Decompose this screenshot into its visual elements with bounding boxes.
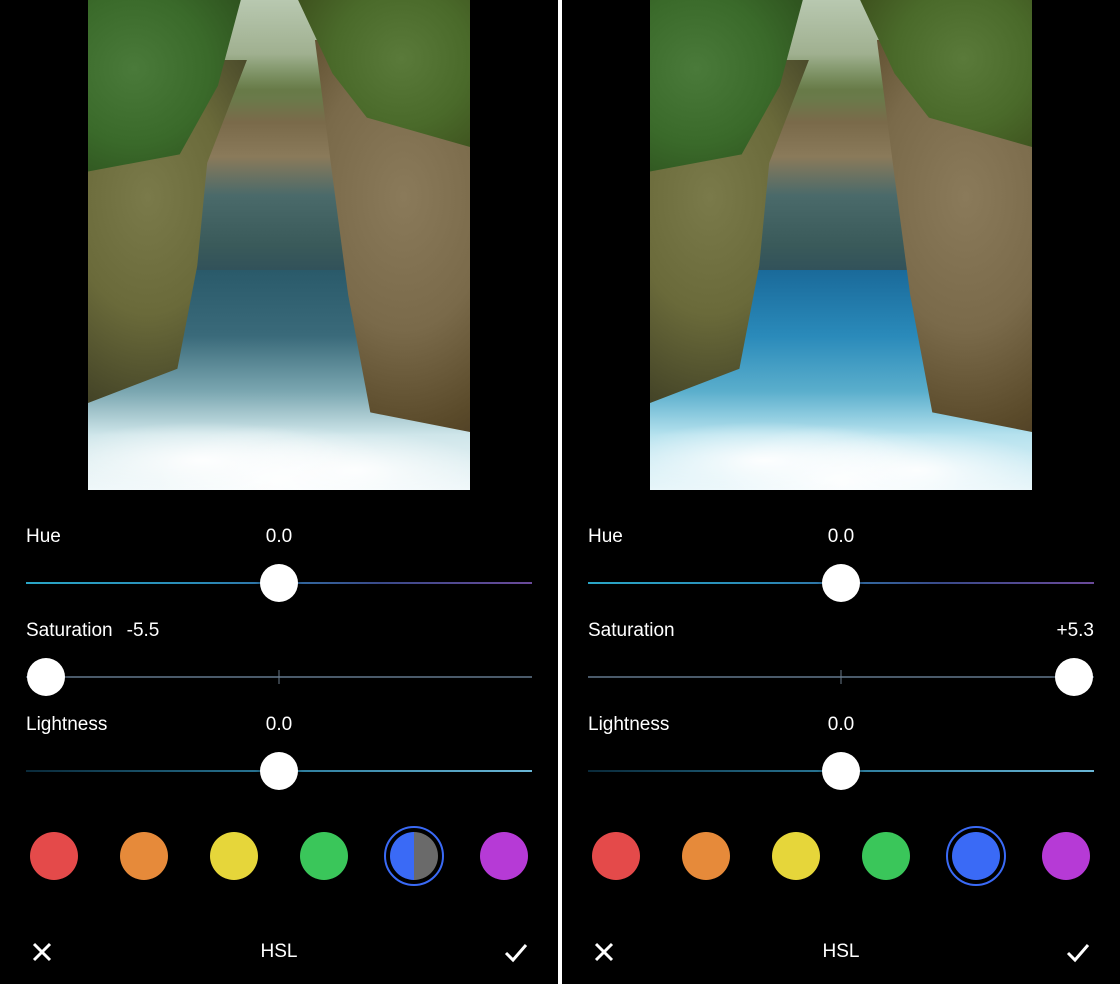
hue-label: Hue bbox=[26, 526, 61, 550]
hue-slider[interactable] bbox=[588, 564, 1094, 602]
lightness-value: 0.0 bbox=[828, 714, 854, 736]
lightness-slider-row: Lightness 0.0 bbox=[26, 714, 532, 790]
hue-thumb[interactable] bbox=[260, 564, 298, 602]
swatch-red[interactable] bbox=[592, 832, 640, 880]
controls: Hue 0.0 Saturation -5.5 Lightness 0.0 bbox=[0, 490, 558, 902]
image-preview[interactable] bbox=[650, 0, 1032, 490]
check-icon bbox=[1065, 941, 1091, 963]
lightness-label: Lightness bbox=[588, 714, 669, 738]
editor-panel: Hue 0.0 Saturation -5.5 Lightness 0.0 bbox=[0, 0, 558, 984]
swatch-blue[interactable] bbox=[952, 832, 1000, 880]
close-icon bbox=[593, 941, 615, 963]
lightness-slider[interactable] bbox=[26, 752, 532, 790]
saturation-thumb[interactable] bbox=[1055, 658, 1093, 696]
footer: HSL bbox=[0, 920, 558, 984]
cancel-button[interactable] bbox=[26, 936, 58, 968]
hue-label: Hue bbox=[588, 526, 623, 550]
saturation-label: Saturation bbox=[588, 620, 675, 644]
hue-value: 0.0 bbox=[266, 526, 292, 548]
confirm-button[interactable] bbox=[1062, 936, 1094, 968]
hue-thumb[interactable] bbox=[822, 564, 860, 602]
swatch-yellow[interactable] bbox=[772, 832, 820, 880]
lightness-slider[interactable] bbox=[588, 752, 1094, 790]
editor-panel: Hue 0.0 Saturation +5.3 Lightness 0.0 bbox=[562, 0, 1120, 984]
color-swatches bbox=[26, 808, 532, 880]
lightness-value: 0.0 bbox=[266, 714, 292, 736]
swatch-green[interactable] bbox=[300, 832, 348, 880]
close-icon bbox=[31, 941, 53, 963]
saturation-slider-row: Saturation -5.5 bbox=[26, 620, 532, 696]
image-preview-wrap bbox=[0, 0, 558, 490]
swatch-orange[interactable] bbox=[682, 832, 730, 880]
confirm-button[interactable] bbox=[500, 936, 532, 968]
controls: Hue 0.0 Saturation +5.3 Lightness 0.0 bbox=[562, 490, 1120, 902]
hue-slider-row: Hue 0.0 bbox=[588, 526, 1094, 602]
swatch-blue[interactable] bbox=[390, 832, 438, 880]
saturation-value: +5.3 bbox=[1056, 620, 1094, 642]
saturation-value: -5.5 bbox=[127, 620, 160, 644]
hue-value: 0.0 bbox=[828, 526, 854, 548]
lightness-thumb[interactable] bbox=[822, 752, 860, 790]
footer: HSL bbox=[562, 920, 1120, 984]
hue-slider[interactable] bbox=[26, 564, 532, 602]
swatch-red[interactable] bbox=[30, 832, 78, 880]
lightness-label: Lightness bbox=[26, 714, 107, 738]
lightness-slider-row: Lightness 0.0 bbox=[588, 714, 1094, 790]
saturation-thumb[interactable] bbox=[27, 658, 65, 696]
slider-center-tick bbox=[841, 670, 842, 684]
saturation-slider-row: Saturation +5.3 bbox=[588, 620, 1094, 696]
saturation-label: Saturation bbox=[26, 620, 113, 644]
swatch-purple[interactable] bbox=[480, 832, 528, 880]
swatch-orange[interactable] bbox=[120, 832, 168, 880]
saturation-slider[interactable] bbox=[588, 658, 1094, 696]
color-swatches bbox=[588, 808, 1094, 880]
swatch-purple[interactable] bbox=[1042, 832, 1090, 880]
hue-slider-row: Hue 0.0 bbox=[26, 526, 532, 602]
swatch-yellow[interactable] bbox=[210, 832, 258, 880]
footer-title: HSL bbox=[823, 941, 860, 963]
image-preview[interactable] bbox=[88, 0, 470, 490]
swatch-green[interactable] bbox=[862, 832, 910, 880]
lightness-thumb[interactable] bbox=[260, 752, 298, 790]
saturation-slider[interactable] bbox=[26, 658, 532, 696]
image-preview-wrap bbox=[562, 0, 1120, 490]
check-icon bbox=[503, 941, 529, 963]
footer-title: HSL bbox=[261, 941, 298, 963]
cancel-button[interactable] bbox=[588, 936, 620, 968]
slider-center-tick bbox=[279, 670, 280, 684]
